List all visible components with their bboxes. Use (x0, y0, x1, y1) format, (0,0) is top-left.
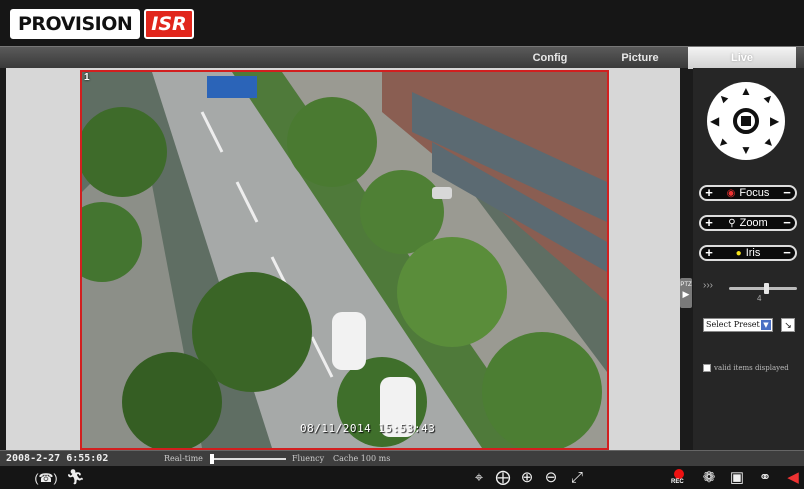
preset-select[interactable]: Select Preset ▼ (703, 318, 773, 332)
ptz-up-icon[interactable]: ▲ (740, 85, 752, 97)
channel-number: 1 (84, 72, 90, 83)
bottom-toolbar: (☎) 🏃︎ ⌖ ⨁ ⊕ ⊖ ⤢ REC ❁ ▣ ⚭ ◀ (0, 466, 804, 489)
iris-label-wrap: ● Iris (717, 247, 779, 259)
ptz-panel: ▲ ▼ ◀ ▶ ▲ ▲ ▼ ▼ + ◉ Focus − + ⚲ Zoom − +… (693, 68, 804, 450)
preset-row: Select Preset ▼ ↘ (703, 318, 803, 334)
provision-logo: PROVISION ISR (10, 8, 194, 40)
ptz-down-icon[interactable]: ▼ (740, 144, 752, 156)
iris-minus-button[interactable]: − (779, 246, 795, 259)
fit-window-icon[interactable]: ⌖ (470, 469, 488, 487)
header: PROVISION ISR (0, 0, 804, 46)
osd-timestamp: 08/11/2014 15:53:43 (300, 422, 436, 435)
record-icon[interactable]: REC (670, 469, 690, 487)
focus-plus-button[interactable]: + (701, 186, 717, 199)
invalid-items-checkbox[interactable] (703, 364, 711, 372)
focus-icon: ◉ (726, 187, 736, 199)
magnifier-icon: ⚲ (728, 217, 736, 229)
microphone-icon[interactable]: ⚭ (756, 469, 774, 487)
zoom-label-wrap: ⚲ Zoom (717, 217, 779, 229)
ptz-direction-wheel: ▲ ▼ ◀ ▶ ▲ ▲ ▼ ▼ (707, 82, 785, 160)
zoom-control: + ⚲ Zoom − (699, 215, 797, 231)
cache-label: Cache 100 ms (333, 454, 391, 463)
focus-label: Focus (739, 187, 770, 199)
color-adjust-icon[interactable]: ❁ (700, 469, 718, 487)
preset-go-button[interactable]: ↘ (781, 318, 795, 332)
ptz-left-icon[interactable]: ◀ (710, 115, 719, 127)
ptz-up-right-icon[interactable]: ▲ (760, 89, 778, 107)
tab-live[interactable]: Live (688, 47, 796, 69)
ptz-toggle-label: PTZ (680, 282, 692, 288)
ptz-panel-toggle[interactable]: PTZ ▶ (680, 278, 692, 308)
ptz-stop-button[interactable] (733, 108, 759, 134)
speed-track[interactable] (729, 283, 797, 294)
realtime-label: Real-time (164, 454, 203, 463)
intercom-icon[interactable]: (☎) (34, 469, 58, 487)
focus-minus-button[interactable]: − (779, 186, 795, 199)
focus-label-wrap: ◉ Focus (717, 187, 779, 199)
zoom-label: Zoom (739, 217, 768, 229)
ptz-up-left-icon[interactable]: ▲ (714, 89, 732, 107)
dropdown-arrow-icon: ▼ (761, 320, 771, 330)
zoom-in-icon[interactable]: ⊕ (518, 469, 536, 487)
iris-icon: ● (735, 247, 742, 259)
invalid-items-label: valid items displayed (714, 364, 789, 372)
ptz-right-icon[interactable]: ▶ (770, 115, 779, 127)
iris-control: + ● Iris − (699, 245, 797, 261)
motion-icon[interactable]: 🏃︎ (66, 469, 85, 487)
app-window: PROVISION ISR Config Picture Live 1 08/1… (0, 0, 804, 489)
tab-bar: Config Picture Live (0, 46, 804, 69)
tab-picture[interactable]: Picture (598, 47, 682, 69)
zoom-plus-button[interactable]: + (701, 216, 717, 229)
ptz-down-left-icon[interactable]: ▼ (714, 134, 732, 152)
ptz-move-icon[interactable]: ⨁ (494, 469, 512, 487)
ptz-speed-slider: ››› 4 (703, 280, 799, 303)
snapshot-icon[interactable]: ▣ (728, 469, 746, 487)
system-datetime: 2008-2-27 6:55:02 (6, 453, 109, 464)
iris-plus-button[interactable]: + (701, 246, 717, 259)
show-invalid-items: valid items displayed (703, 362, 803, 374)
zoom-minus-button[interactable]: − (779, 216, 795, 229)
latency-thumb[interactable] (210, 454, 214, 464)
tab-config[interactable]: Config (506, 47, 594, 69)
speaker-icon[interactable]: ◀ (784, 469, 802, 487)
speed-thumb[interactable] (763, 283, 769, 294)
record-label: REC (671, 479, 684, 485)
camera-scene (82, 72, 607, 448)
chevron-right-icon: ▶ (682, 289, 690, 299)
ptz-down-right-icon[interactable]: ▼ (760, 134, 778, 152)
zoom-out-icon[interactable]: ⊖ (542, 469, 560, 487)
iris-label: Iris (745, 247, 761, 259)
stop-icon (741, 116, 751, 126)
logo-badge: ISR (144, 9, 194, 39)
focus-control: + ◉ Focus − (699, 185, 797, 201)
status-bar: 2008-2-27 6:55:02 Real-time Fluency Cach… (0, 450, 804, 466)
fluency-label: Fluency (292, 454, 325, 463)
latency-slider[interactable] (210, 454, 286, 464)
preset-select-value: Select Preset (706, 320, 760, 329)
camera-view[interactable]: 1 08/11/2014 15:53:43 (80, 70, 609, 450)
fullscreen-icon[interactable]: ⤢ (568, 469, 586, 487)
logo-word: PROVISION (10, 9, 141, 39)
speed-value: 4 (757, 294, 762, 303)
speed-icon: ››› (703, 280, 713, 291)
